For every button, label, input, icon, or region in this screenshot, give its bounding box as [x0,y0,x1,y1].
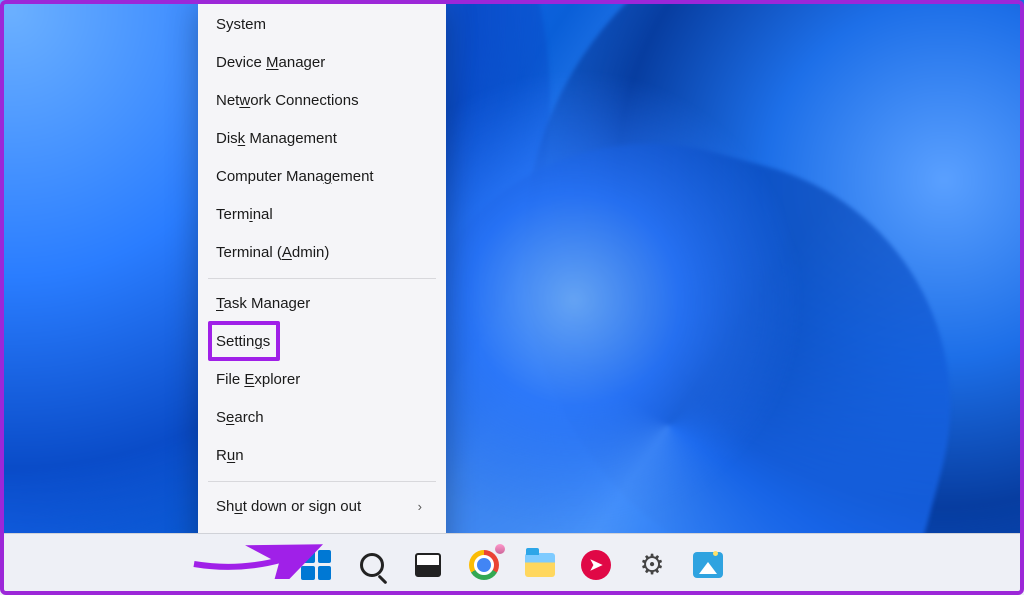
task-view-button[interactable] [407,544,449,586]
menu-item-label: Task Manager [216,293,310,315]
menu-item-settings[interactable]: Settings [198,323,446,361]
menu-item-terminal-admin-[interactable]: Terminal (Admin) [198,234,446,272]
menu-item-computer-management[interactable]: Computer Management [198,158,446,196]
menu-item-label: Terminal (Admin) [216,242,329,264]
settings-app[interactable]: ⚙ [631,544,673,586]
send-anywhere-app[interactable]: ➤ [575,544,617,586]
menu-item-system[interactable]: System [198,6,446,44]
menu-item-shut-down-or-sign-out[interactable]: Shut down or sign out › [198,488,446,526]
menu-item-file-explorer[interactable]: File Explorer [198,361,446,399]
menu-item-disk-management[interactable]: Disk Management [198,120,446,158]
menu-item-label: Terminal [216,204,273,226]
chevron-right-icon: › [418,496,428,518]
task-view-icon [415,553,441,577]
menu-item-label: Shut down or sign out [216,496,361,518]
windows-logo-icon [301,550,331,580]
paper-plane-icon: ➤ [581,550,611,580]
file-explorer-app[interactable] [519,544,561,586]
menu-item-search[interactable]: Search [198,399,446,437]
photos-app[interactable] [687,544,729,586]
menu-separator [208,481,436,482]
menu-item-device-manager[interactable]: Device Manager [198,44,446,82]
menu-item-label: Search [216,407,264,429]
menu-item-label: Network Connections [216,90,359,112]
photos-icon [693,552,723,578]
menu-item-label: Computer Management [216,166,374,188]
menu-separator [208,278,436,279]
taskbar: ➤ ⚙ [0,533,1024,595]
menu-item-network-connections[interactable]: Network Connections [198,82,446,120]
start-context-menu: System Device Manager Network Connections D… [198,0,446,576]
menu-item-label: Disk Management [216,128,337,150]
menu-item-label: Device Manager [216,52,325,74]
profile-badge-icon [493,542,507,556]
menu-item-label: Run [216,445,244,467]
search-button[interactable] [351,544,393,586]
menu-item-run[interactable]: Run [198,437,446,475]
gear-icon: ⚙ [639,548,664,581]
menu-item-terminal[interactable]: Terminal [198,196,446,234]
menu-item-task-manager[interactable]: Task Manager [198,285,446,323]
desktop-wallpaper [0,0,1024,595]
menu-item-label: File Explorer [216,369,300,391]
menu-item-label: Settings [216,331,270,353]
start-button[interactable] [295,544,337,586]
folder-icon [525,553,555,577]
menu-item-label: System [216,14,266,36]
search-icon [360,553,384,577]
chrome-app[interactable] [463,544,505,586]
